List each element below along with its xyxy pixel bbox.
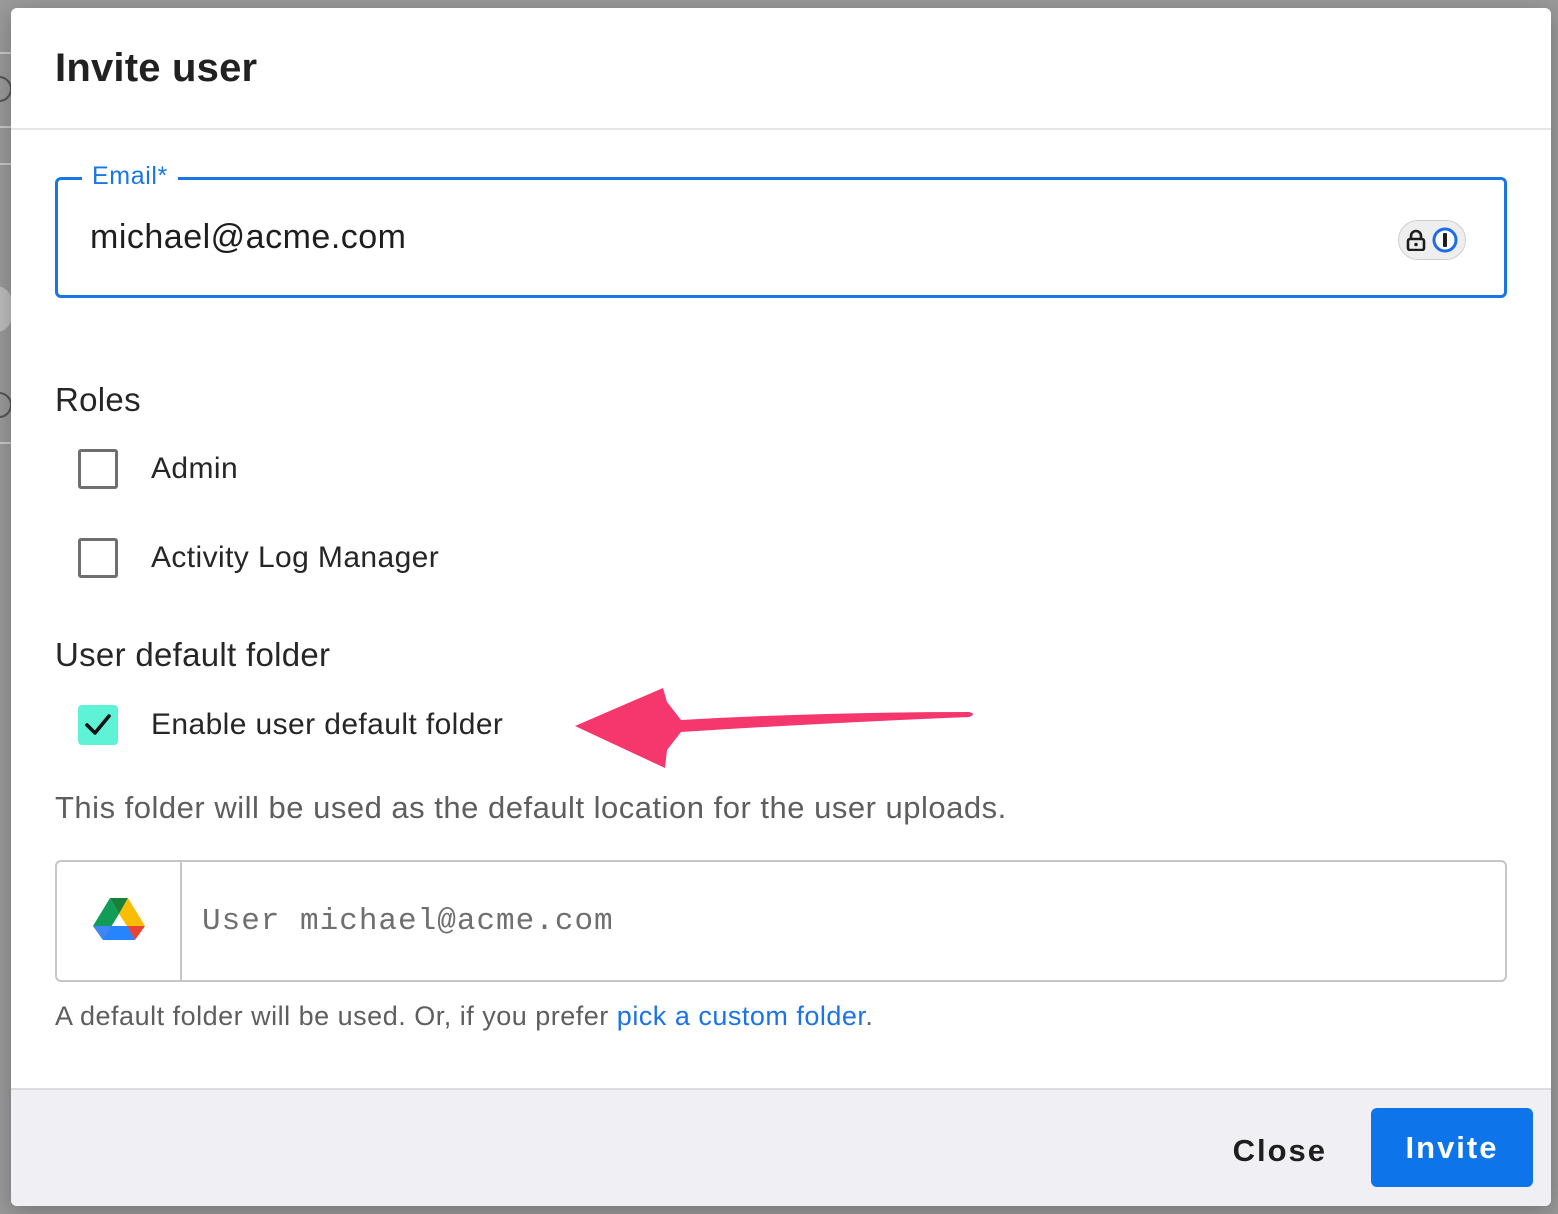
google-drive-icon bbox=[92, 898, 145, 940]
default-folder-picker[interactable] bbox=[55, 860, 1507, 982]
role-activity-log-manager-checkbox[interactable] bbox=[78, 538, 118, 578]
invite-user-dialog: Invite user Email* Roles Admin Activity … bbox=[11, 8, 1551, 1206]
folder-provider-cell bbox=[57, 862, 182, 980]
enable-default-folder-checkbox[interactable] bbox=[78, 705, 118, 745]
role-admin-checkbox[interactable] bbox=[78, 449, 118, 489]
enable-default-folder-option[interactable]: Enable user default folder bbox=[78, 705, 503, 745]
role-admin-label: Admin bbox=[151, 452, 239, 485]
default-folder-title: User default folder bbox=[55, 636, 331, 673]
close-button[interactable]: Close bbox=[1209, 1112, 1351, 1190]
dialog-title: Invite user bbox=[55, 45, 258, 90]
role-activity-log-manager-option[interactable]: Activity Log Manager bbox=[78, 538, 439, 578]
default-folder-footnote: A default folder will be used. Or, if yo… bbox=[55, 1001, 873, 1032]
role-admin-option[interactable]: Admin bbox=[78, 449, 238, 489]
pick-custom-folder-link[interactable]: pick a custom folder bbox=[617, 1001, 866, 1031]
email-input[interactable] bbox=[90, 212, 1340, 262]
dialog-header: Invite user bbox=[11, 8, 1551, 130]
enable-default-folder-label: Enable user default folder bbox=[151, 708, 504, 741]
onepassword-icon bbox=[1432, 227, 1458, 253]
checkmark-icon bbox=[85, 714, 111, 735]
email-field[interactable]: Email* bbox=[55, 162, 1507, 298]
footnote-suffix: . bbox=[865, 1001, 874, 1031]
default-folder-helper-text: This folder will be used as the default … bbox=[55, 790, 1007, 825]
roles-title: Roles bbox=[55, 381, 141, 418]
annotation-arrow-icon bbox=[575, 688, 973, 768]
footnote-text: A default folder will be used. Or, if yo… bbox=[55, 1001, 617, 1031]
invite-button[interactable]: Invite bbox=[1371, 1108, 1533, 1187]
email-label: Email* bbox=[82, 162, 178, 191]
default-folder-input[interactable] bbox=[182, 862, 1505, 980]
lock-icon bbox=[1406, 229, 1426, 251]
dialog-footer: Close Invite bbox=[11, 1088, 1551, 1206]
role-activity-log-manager-label: Activity Log Manager bbox=[151, 541, 440, 574]
password-manager-button[interactable] bbox=[1398, 220, 1466, 260]
